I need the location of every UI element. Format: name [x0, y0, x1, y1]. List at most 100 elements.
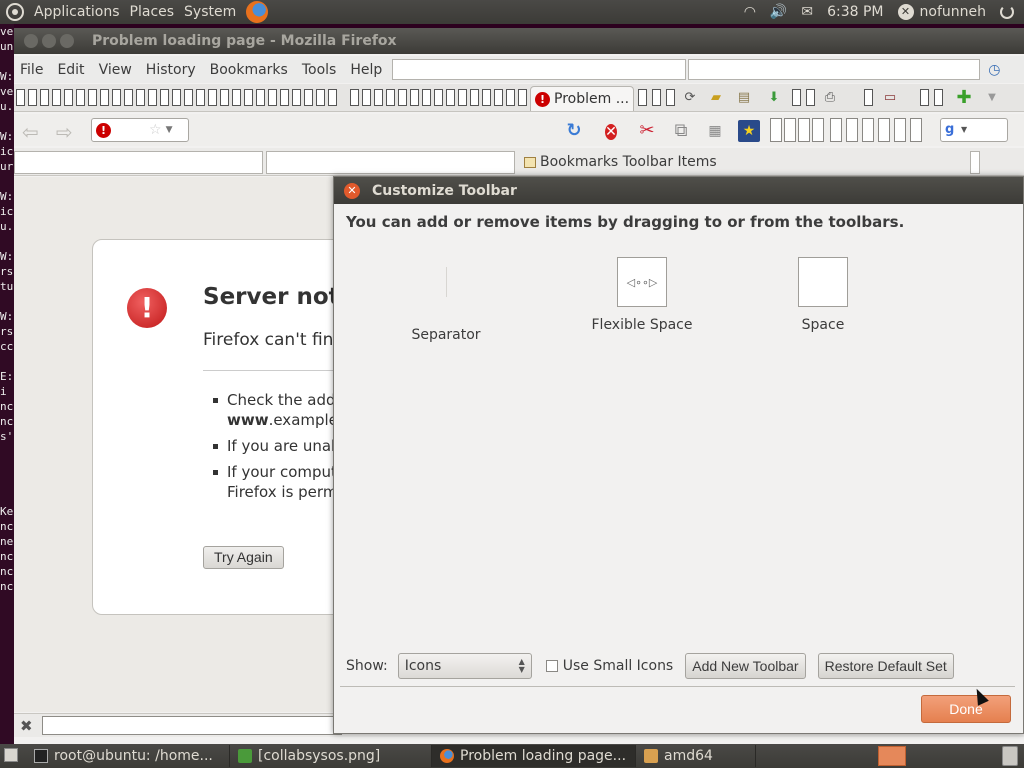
toolbar-slot[interactable]: [124, 89, 133, 106]
toolbar-slot[interactable]: [518, 89, 527, 106]
menu-help[interactable]: Help: [350, 62, 382, 78]
toolbar-slot[interactable]: [812, 118, 824, 142]
taskbar-item-firefox[interactable]: Problem loading page...: [432, 745, 636, 767]
applications-menu[interactable]: Applications: [34, 4, 120, 20]
cut-icon[interactable]: ✂: [636, 120, 658, 142]
window-icon[interactable]: ▭: [882, 90, 898, 106]
toolbar-slot[interactable]: [40, 89, 49, 106]
chevron-down-icon[interactable]: ▼: [984, 90, 1000, 106]
toolbar-slot[interactable]: [232, 89, 241, 106]
window-titlebar[interactable]: Problem loading page - Mozilla Firefox: [14, 28, 1024, 54]
toolbar-slot[interactable]: [28, 89, 37, 106]
search-box[interactable]: g ▼: [940, 118, 1008, 142]
toolbar-slot[interactable]: [136, 89, 145, 106]
wifi-icon[interactable]: ◠: [744, 4, 756, 20]
menubar-placeholder-field[interactable]: [392, 59, 687, 80]
toolbar-slot[interactable]: [292, 89, 301, 106]
toolbar-slot[interactable]: [64, 89, 73, 106]
toolbar-slot[interactable]: [280, 89, 289, 106]
toolbar-slot[interactable]: [934, 89, 943, 106]
clock[interactable]: 6:38 PM: [827, 4, 883, 20]
paste-icon[interactable]: ▦: [704, 120, 726, 142]
toolbar-slot[interactable]: [784, 118, 796, 142]
toolbar-slot[interactable]: [100, 89, 109, 106]
toolbar-slot[interactable]: [196, 89, 205, 106]
maximize-window-icon[interactable]: [60, 34, 74, 48]
clipboard-icon[interactable]: ▤: [736, 90, 752, 106]
palette-flexible-space[interactable]: ◁∘∘▷ Flexible Space: [572, 257, 712, 333]
places-menu[interactable]: Places: [130, 4, 175, 20]
add-icon[interactable]: ✚: [956, 89, 972, 107]
taskbar-item-image[interactable]: [collabsysos.png]: [230, 745, 432, 767]
stop-icon[interactable]: ✕: [600, 120, 622, 142]
forward-icon[interactable]: ⇨: [56, 120, 73, 144]
reload-icon[interactable]: ↻: [563, 120, 585, 142]
show-select[interactable]: Icons ▲ ▼: [397, 653, 532, 679]
toolbar-slot[interactable]: [652, 89, 661, 106]
tab-problem-loading[interactable]: ! Problem ...: [530, 86, 634, 111]
toolbar-slot[interactable]: [304, 89, 313, 106]
bookmarks-placeholder-field[interactable]: [14, 151, 263, 174]
toolbar-slot[interactable]: [920, 89, 929, 106]
close-window-icon[interactable]: [24, 34, 38, 48]
toolbar-slot[interactable]: [666, 89, 675, 106]
toolbar-slot[interactable]: [458, 89, 467, 106]
toolbar-slot[interactable]: [770, 118, 782, 142]
menu-history[interactable]: History: [146, 62, 196, 78]
toolbar-slot[interactable]: [506, 89, 515, 106]
toolbar-slot[interactable]: [830, 118, 842, 142]
toolbar-slot[interactable]: [846, 118, 858, 142]
palette-space[interactable]: Space: [753, 257, 893, 333]
back-icon[interactable]: ⇦: [22, 120, 39, 144]
menu-view[interactable]: View: [99, 62, 132, 78]
bookmarks-toolbar-items[interactable]: Bookmarks Toolbar Items: [524, 154, 717, 170]
menubar-placeholder-field[interactable]: [688, 59, 981, 80]
trash-icon[interactable]: [1002, 746, 1018, 766]
toolbar-slot[interactable]: [374, 89, 383, 106]
toolbar-slot[interactable]: [148, 89, 157, 106]
url-bar[interactable]: ! ☆ ▼: [91, 118, 189, 142]
palette-separator[interactable]: Separator: [376, 257, 516, 343]
toolbar-slot[interactable]: [328, 89, 337, 106]
toolbar-slot[interactable]: [446, 89, 455, 106]
ubuntu-logo-icon[interactable]: [6, 3, 24, 21]
small-icons-checkbox[interactable]: [545, 660, 558, 672]
bookmark-star-icon[interactable]: ☆: [149, 122, 162, 138]
toolbar-slot[interactable]: [806, 89, 815, 106]
refresh-icon[interactable]: ⟳: [682, 90, 698, 106]
toolbar-slot[interactable]: [184, 89, 193, 106]
find-input[interactable]: [42, 716, 342, 735]
search-engine-dropdown-icon[interactable]: ▼: [961, 125, 967, 134]
menu-tools[interactable]: Tools: [302, 62, 337, 78]
try-again-button[interactable]: Try Again: [203, 546, 284, 569]
toolbar-slot[interactable]: [494, 89, 503, 106]
bookmarks-icon[interactable]: ★: [738, 120, 760, 142]
toolbar-slot[interactable]: [638, 89, 647, 106]
toolbar-slot[interactable]: [208, 89, 217, 106]
small-icons-option[interactable]: Use Small Icons: [545, 658, 673, 674]
url-dropdown-icon[interactable]: ▼: [166, 125, 173, 135]
toolbar-slot[interactable]: [798, 118, 810, 142]
toolbar-slot[interactable]: [316, 89, 325, 106]
toolbar-slot[interactable]: [256, 89, 265, 106]
toolbar-slot[interactable]: [894, 118, 906, 142]
toolbar-slot[interactable]: [910, 118, 922, 142]
bookmarks-placeholder-field[interactable]: [266, 151, 515, 174]
toolbar-slot[interactable]: [52, 89, 61, 106]
print-icon[interactable]: ⎙: [822, 90, 838, 106]
workspace-switcher[interactable]: [878, 746, 906, 766]
toolbar-slot[interactable]: [160, 89, 169, 106]
toolbar-slot[interactable]: [244, 89, 253, 106]
toolbar-slot[interactable]: [220, 89, 229, 106]
toolbar-slot[interactable]: [410, 89, 419, 106]
toolbar-slot[interactable]: [172, 89, 181, 106]
volume-icon[interactable]: 🔊: [770, 4, 787, 20]
toolbar-slot[interactable]: [386, 89, 395, 106]
toolbar-slot[interactable]: [16, 89, 25, 106]
toolbar-slot[interactable]: [350, 89, 359, 106]
google-icon[interactable]: g: [945, 122, 954, 137]
user-status-icon[interactable]: ✕: [897, 4, 914, 20]
toolbar-slot[interactable]: [862, 118, 874, 142]
user-name[interactable]: nofunneh: [920, 4, 986, 20]
restore-default-set-button[interactable]: Restore Default Set: [817, 653, 954, 679]
